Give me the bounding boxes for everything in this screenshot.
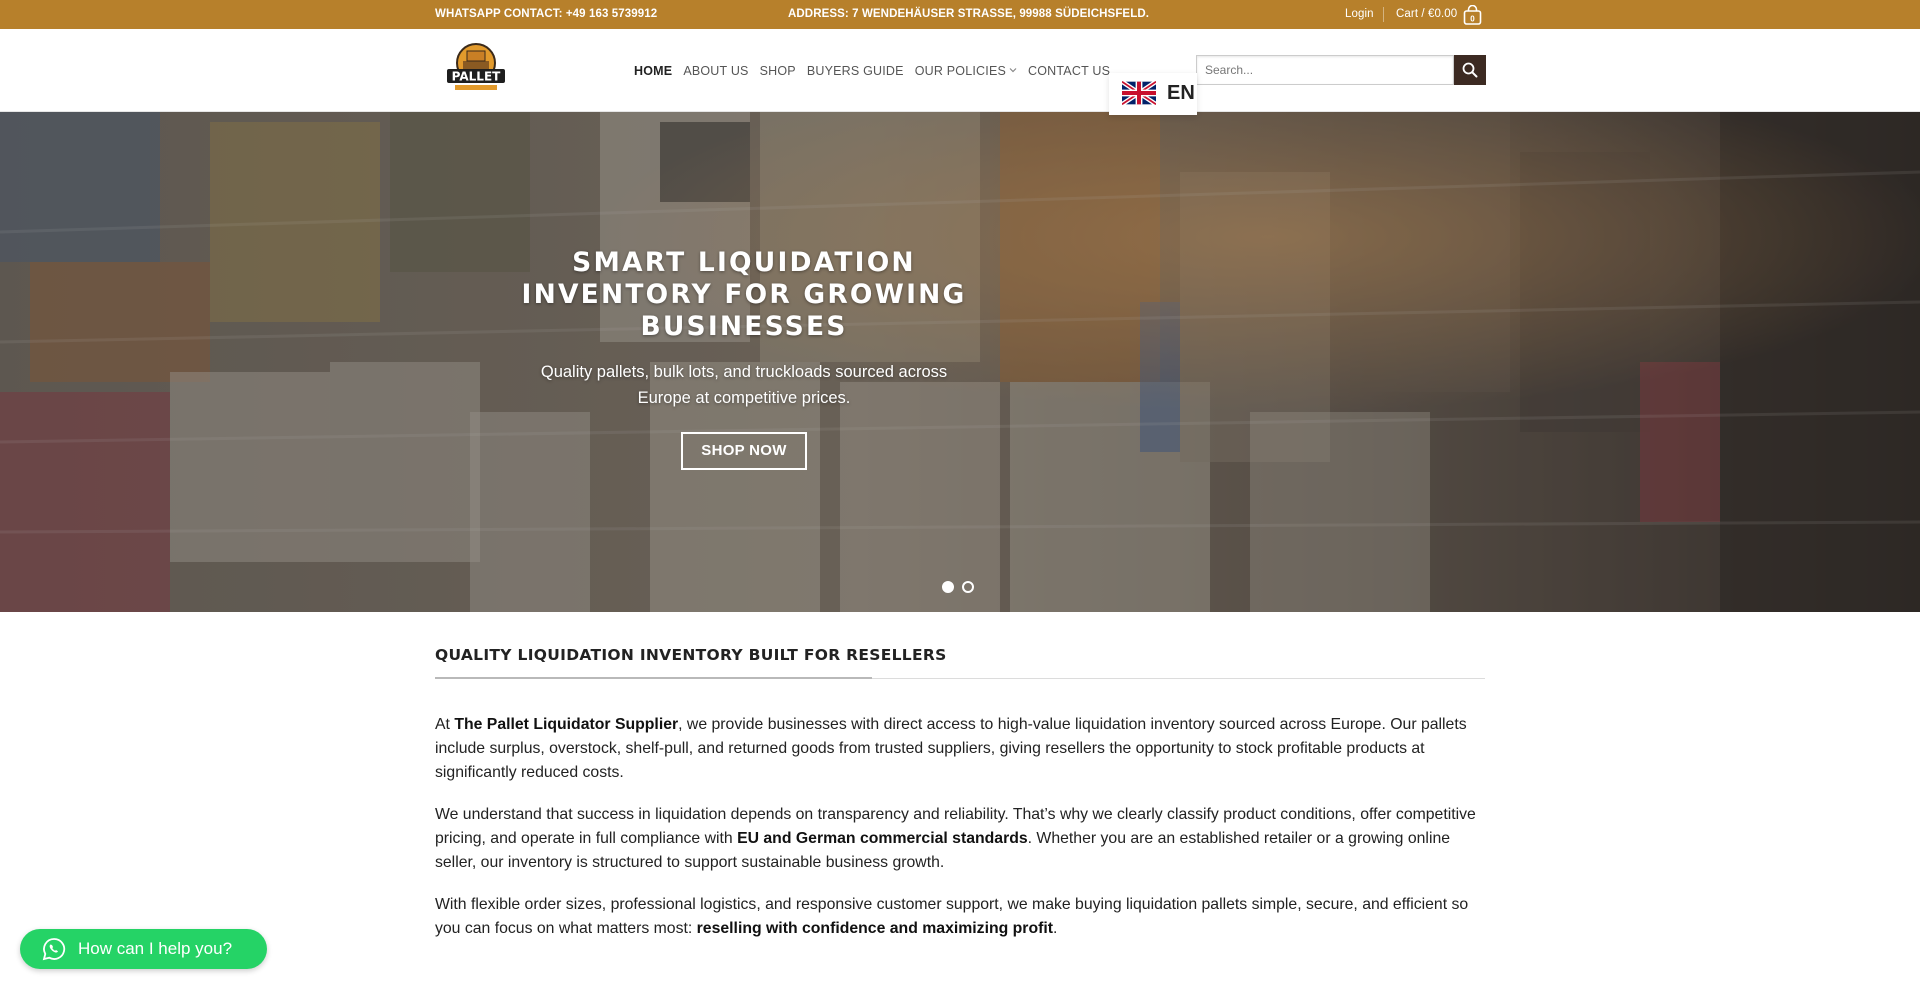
site-header: PALLET HOME ABOUT US SHOP BUYERS GUIDE O… [0,29,1920,112]
topbar-divider [1383,7,1384,22]
nav-shop[interactable]: SHOP [760,64,796,78]
uk-flag-icon [1122,81,1156,105]
language-code: EN [1167,82,1195,104]
main-nav: HOME ABOUT US SHOP BUYERS GUIDE OUR POLI… [634,29,1121,112]
top-bar: WHATSAPP CONTACT: +49 163 5739912 ADDRES… [0,0,1920,29]
whatsapp-icon [42,938,66,961]
intro-paragraph-2: We understand that success in liquidatio… [435,806,1476,871]
whatsapp-chat-button[interactable]: How can I help you? [20,929,267,969]
nav-home[interactable]: HOME [634,64,672,78]
intro-paragraph-1: At The Pallet Liquidator Supplier, we pr… [435,716,1467,781]
nav-contact-us[interactable]: CONTACT US [1028,64,1110,78]
slider-dots [942,581,974,593]
chevron-down-icon [1009,67,1017,72]
language-switcher[interactable]: EN [1109,73,1197,115]
whatsapp-contact[interactable]: WHATSAPP CONTACT: +49 163 5739912 [435,0,657,29]
search-button[interactable] [1454,55,1486,85]
hero-title: SMART LIQUIDATION INVENTORY FOR GROWING … [521,247,967,342]
shopping-bag-icon[interactable]: 0 [1463,5,1482,25]
svg-text:PALLET: PALLET [452,70,501,84]
login-link[interactable]: Login [1345,0,1374,29]
whatsapp-label: How can I help you? [78,939,233,958]
company-name: The Pallet Liquidator Supplier [454,716,679,733]
slider-dot-1[interactable] [942,581,954,593]
hero-content: SMART LIQUIDATION INVENTORY FOR GROWING … [520,247,968,470]
profit-highlight: reselling with confidence and maximizing… [696,920,1054,937]
address-text: ADDRESS: 7 WENDEHÄUSER STRASSE, 99988 SÜ… [788,8,1150,20]
hero-slider: SMART LIQUIDATION INVENTORY FOR GROWING … [0,112,1920,612]
standards-highlight: EU and German commercial standards [737,830,1028,847]
search-input[interactable] [1196,55,1454,85]
section-title: QUALITY LIQUIDATION INVENTORY BUILT FOR … [435,646,947,664]
shop-now-button[interactable]: SHOP NOW [681,432,807,470]
nav-our-policies-label: OUR POLICIES [914,63,1007,78]
search-icon [1462,62,1478,78]
nav-our-policies[interactable]: OUR POLICIES [915,64,1017,78]
nav-buyers-guide[interactable]: BUYERS GUIDE [807,64,904,78]
hero-subtitle: Quality pallets, bulk lots, and truckloa… [540,363,948,407]
cart-link[interactable]: Cart / €0.00 [1396,0,1457,29]
site-logo[interactable]: PALLET [443,39,509,95]
nav-about-us[interactable]: ABOUT US [683,64,748,78]
title-underline [435,677,872,679]
slider-dot-2[interactable] [962,581,974,593]
cart-count: 0 [1470,15,1475,24]
intro-paragraph-3: With flexible order sizes, professional … [435,896,1469,937]
